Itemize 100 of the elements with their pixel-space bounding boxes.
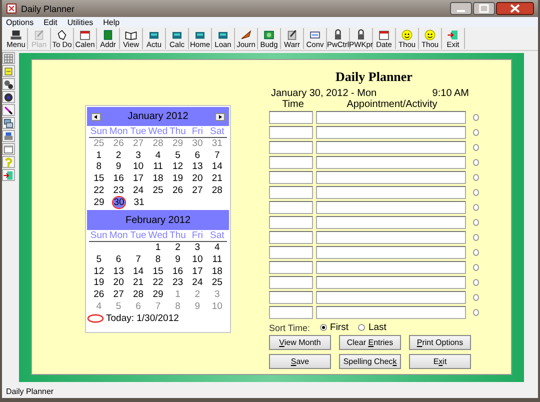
activity-field[interactable] [316,171,466,184]
calendar-day[interactable]: 25 [210,277,224,290]
calendar-day[interactable]: 19 [171,173,184,185]
time-field[interactable] [269,186,313,199]
calendar-day[interactable]: 10 [210,300,224,312]
time-field[interactable] [269,306,313,319]
side-toolbar-button[interactable] [2,91,15,103]
calendar-day[interactable]: 11 [152,161,164,174]
calendar-day[interactable]: 21 [210,173,224,185]
sort-option[interactable]: First [320,322,348,333]
calendar-day[interactable]: 27 [132,138,145,150]
calendar-day[interactable]: 1 [154,242,162,254]
activity-field[interactable] [316,126,466,139]
calendar-day[interactable]: 18 [210,266,224,278]
side-toolbar-button[interactable] [2,117,15,129]
calendar-day[interactable]: 28 [152,138,164,150]
row-radio[interactable] [473,234,479,241]
calendar-day[interactable]: 1 [95,150,102,162]
activity-field[interactable] [316,216,466,229]
row-radio[interactable] [473,294,479,301]
time-field[interactable] [269,276,313,289]
menu-item[interactable]: Options [6,18,34,26]
activity-field[interactable] [316,156,466,169]
time-field[interactable] [269,156,313,169]
side-toolbar-button[interactable] [2,104,15,116]
calendar-day[interactable]: 26 [92,289,106,301]
calendar-day[interactable]: 10 [191,254,204,266]
time-field[interactable] [269,171,313,184]
calendar-day[interactable]: 6 [134,300,142,312]
row-radio[interactable] [473,129,479,136]
calendar-day[interactable]: 25 [152,184,164,197]
calendar-day[interactable]: 22 [152,277,164,290]
calendar-day[interactable]: 4 [95,300,102,312]
calendar-day[interactable]: 28 [210,184,224,197]
calendar-day[interactable]: 3 [134,150,142,162]
row-radio[interactable] [473,159,479,166]
time-field[interactable] [269,261,313,274]
calendar-day[interactable]: 27 [112,289,125,301]
menu-item[interactable]: Utilities [67,18,94,26]
minimize-icon[interactable] [450,2,472,15]
row-radio[interactable] [473,279,479,286]
time-field[interactable] [269,231,313,244]
calendar-day[interactable]: 25 [92,138,106,150]
calendar-day[interactable]: 29 [171,138,184,150]
calendar-day[interactable]: 2 [174,242,182,254]
calendar-day[interactable]: 7 [214,150,221,162]
calendar-day[interactable]: 30 [112,196,126,208]
time-field[interactable] [269,111,313,124]
previous-month-button[interactable] [91,112,101,120]
action-button[interactable]: View Month [269,335,331,350]
calendar-day[interactable]: 20 [191,173,204,185]
row-radio[interactable] [473,249,479,256]
calendar-day[interactable]: 9 [114,161,122,174]
calendar-day[interactable]: 13 [112,266,125,278]
calendar-day[interactable]: 2 [114,150,122,162]
menu-item[interactable]: Help [103,18,120,26]
calendar-day[interactable]: 4 [214,242,221,254]
calendar-day[interactable]: 6 [114,254,122,266]
calendar-day[interactable]: 2 [194,289,202,301]
side-toolbar-button[interactable] [2,143,15,155]
calendar-day[interactable]: 5 [95,254,102,266]
calendar-day[interactable]: 23 [112,184,125,197]
row-radio[interactable] [473,219,479,226]
calendar-day[interactable]: 4 [154,150,162,162]
calendar-day[interactable]: 20 [112,277,125,290]
calendar-day[interactable]: 9 [194,300,202,312]
calendar-day[interactable]: 13 [191,161,204,174]
calendar-day[interactable]: 17 [191,266,204,278]
calendar-day[interactable]: 15 [92,173,106,185]
activity-field[interactable] [316,111,466,124]
action-button[interactable]: Spelling Check [339,354,401,369]
calendar-day[interactable]: 26 [112,138,125,150]
activity-field[interactable] [316,201,466,214]
calendar-day[interactable]: 29 [152,289,164,301]
activity-field[interactable] [316,186,466,199]
calendar-day[interactable]: 16 [171,266,184,278]
calendar-day[interactable]: 24 [132,184,145,197]
calendar-day[interactable]: 3 [214,289,221,301]
row-radio[interactable] [473,309,479,316]
calendar-day[interactable]: 5 [114,300,122,312]
row-radio[interactable] [473,114,479,121]
calendar-day[interactable]: 9 [174,254,182,266]
calendar-day[interactable]: 17 [132,173,145,185]
close-icon[interactable] [496,2,534,15]
calendar-day[interactable]: 16 [112,173,125,185]
calendar-day[interactable]: 21 [132,277,145,290]
calendar-day[interactable]: 12 [171,161,184,174]
row-radio[interactable] [473,204,479,211]
activity-field[interactable] [316,276,466,289]
calendar-day[interactable]: 31 [210,138,224,150]
activity-field[interactable] [316,246,466,259]
activity-field[interactable] [316,231,466,244]
row-radio[interactable] [473,264,479,271]
calendar-day[interactable]: 18 [152,173,164,185]
activity-field[interactable] [316,291,466,304]
calendar-day[interactable]: 8 [95,161,102,174]
time-field[interactable] [269,291,313,304]
calendar-day[interactable]: 8 [154,254,162,266]
calendar-day[interactable]: 30 [191,138,204,150]
time-field[interactable] [269,216,313,229]
